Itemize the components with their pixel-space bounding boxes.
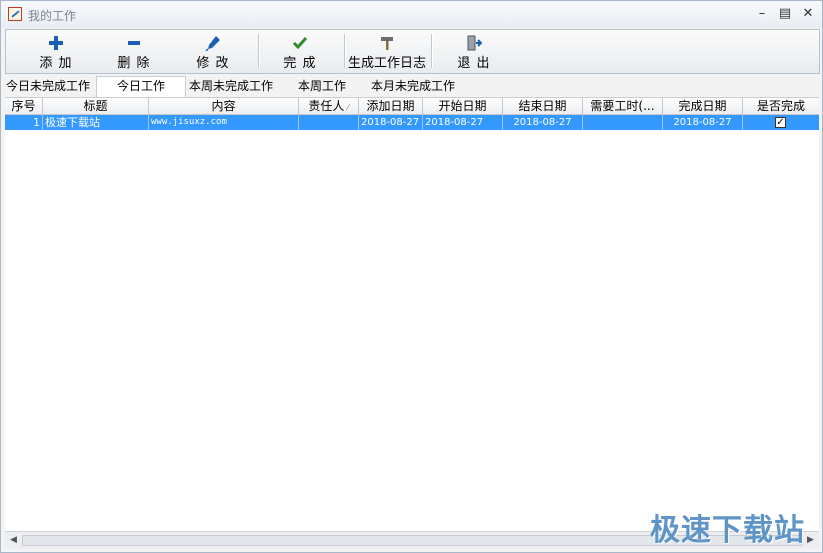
scroll-left-icon[interactable]: ◀: [7, 534, 20, 547]
cell-owner: [299, 115, 359, 130]
close-button[interactable]: ✕: [797, 4, 819, 24]
watermark-logo: 极速下载站: [650, 513, 805, 548]
app-icon: [8, 7, 22, 21]
window-title: 我的工作: [28, 9, 77, 23]
cell-no: 1: [5, 115, 43, 130]
column-header[interactable]: 完成日期: [663, 98, 743, 114]
table-row[interactable]: 1 极速下载站 www.jisuxz.com 2018-08-27 2018-0…: [5, 115, 819, 130]
plus-icon: [49, 36, 63, 50]
cell-title: 极速下载站: [43, 115, 149, 130]
cell-done: ✓: [743, 115, 819, 130]
column-header[interactable]: 内容: [149, 98, 299, 114]
edit-button[interactable]: 修 改: [173, 30, 253, 73]
tab-month-unfinished[interactable]: 本月未完成工作: [371, 77, 455, 96]
generate-log-button[interactable]: 生成工作日志: [346, 30, 428, 73]
minus-icon: [128, 41, 140, 45]
column-header[interactable]: 序号: [5, 98, 43, 114]
pen-icon: [205, 36, 220, 51]
cell-hours: [583, 115, 663, 130]
column-header[interactable]: 需要工时(...: [583, 98, 663, 114]
cell-done-date: 2018-08-27: [663, 115, 743, 130]
title-bar[interactable]: 我的工作 – ▤ ✕: [1, 1, 822, 28]
column-header[interactable]: 结束日期: [503, 98, 583, 114]
column-header[interactable]: 添加日期: [359, 98, 423, 114]
exit-label: 退 出: [457, 56, 491, 71]
minimize-button[interactable]: –: [751, 4, 773, 24]
checkmark-icon: ✓: [776, 117, 785, 128]
tab-today[interactable]: 今日工作: [96, 76, 186, 98]
task-table: 序号 标题 内容 责任人 ⁄ 添加日期 开始日期 结束日期 需要工时(... 完成…: [5, 97, 819, 532]
exit-button[interactable]: 退 出: [434, 30, 514, 73]
done-checkbox[interactable]: ✓: [775, 117, 786, 128]
scroll-right-icon[interactable]: ▶: [804, 534, 817, 547]
toolbar-separator: [431, 34, 433, 68]
add-button[interactable]: 添 加: [16, 30, 96, 73]
tab-week[interactable]: 本周工作: [298, 77, 346, 96]
hammer-icon: [381, 37, 393, 50]
column-header[interactable]: 标题: [43, 98, 149, 114]
tab-strip: 今日未完成工作 今日工作 本周未完成工作 本周工作 本月未完成工作: [1, 76, 822, 98]
column-header-label: 责任人: [308, 99, 345, 113]
cell-start-date: 2018-08-27: [423, 115, 503, 130]
sort-indicator-icon: ⁄: [347, 103, 349, 112]
column-header[interactable]: 开始日期: [423, 98, 503, 114]
cell-added-date: 2018-08-27: [359, 115, 423, 130]
tab-week-unfinished[interactable]: 本周未完成工作: [189, 77, 273, 96]
main-window: 我的工作 – ▤ ✕ 添 加 删 除 修 改 完 成 生成工作日志 退 出 今日…: [0, 0, 823, 553]
add-label: 添 加: [39, 56, 73, 71]
table-header: 序号 标题 内容 责任人 ⁄ 添加日期 开始日期 结束日期 需要工时(... 完成…: [5, 98, 819, 115]
edit-label: 修 改: [196, 56, 230, 71]
cell-end-date: 2018-08-27: [503, 115, 583, 130]
tab-today-unfinished[interactable]: 今日未完成工作: [6, 77, 90, 96]
generate-log-label: 生成工作日志: [347, 56, 426, 71]
column-header[interactable]: 责任人 ⁄: [299, 98, 359, 114]
maximize-button[interactable]: ▤: [774, 4, 796, 24]
toolbar: 添 加 删 除 修 改 完 成 生成工作日志 退 出: [5, 29, 820, 74]
delete-label: 删 除: [117, 56, 151, 71]
cell-content: www.jisuxz.com: [149, 115, 299, 130]
delete-button[interactable]: 删 除: [94, 30, 174, 73]
complete-label: 完 成: [283, 56, 317, 71]
exit-door-icon: [467, 35, 482, 51]
complete-button[interactable]: 完 成: [260, 30, 340, 73]
column-header[interactable]: 是否完成: [743, 98, 819, 114]
checkmark-icon: [292, 37, 308, 50]
